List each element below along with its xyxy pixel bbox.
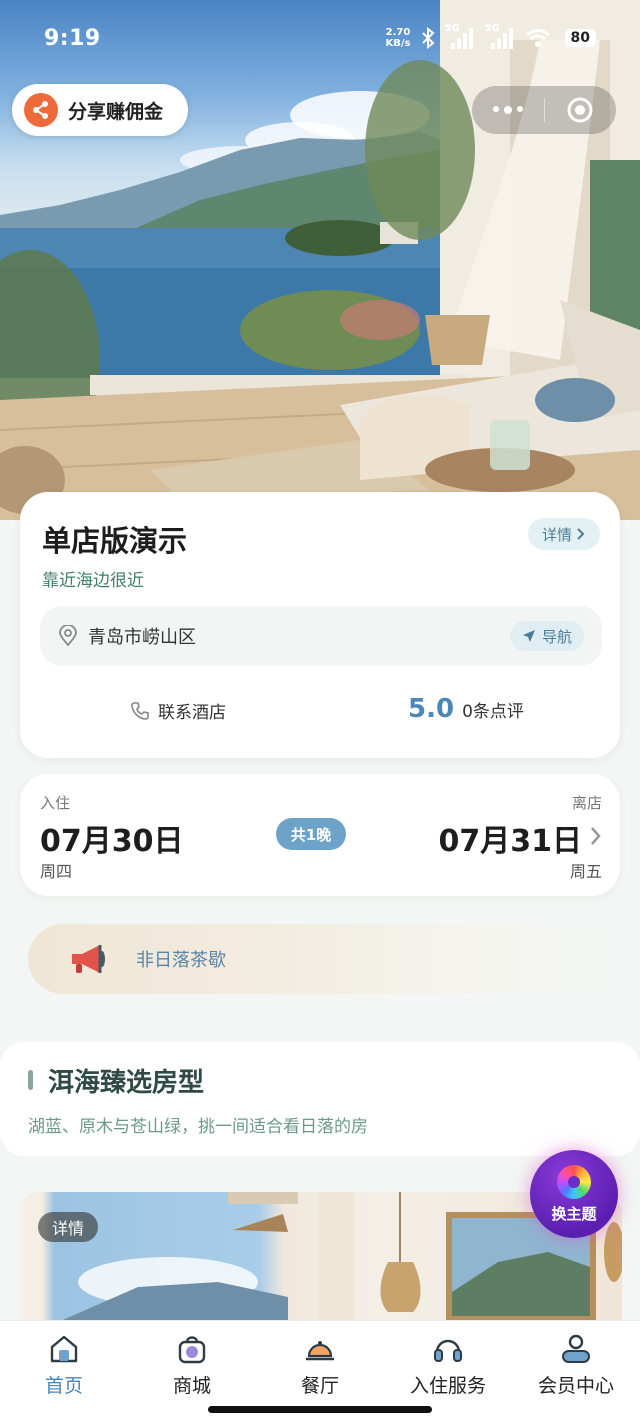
chevron-right-icon [591,827,601,845]
signal-1-label: 5G [444,23,460,34]
contact-hotel-button[interactable]: 联系酒店 [130,698,226,723]
hotel-detail-label: 详情 [541,525,572,544]
hotel-address: 青岛市崂山区 [88,627,196,648]
tab-home[interactable]: 首页 [0,1321,128,1424]
rating-score: 5.0 [408,694,455,724]
megaphone-icon [72,945,105,973]
tab-restaurant-label: 餐厅 [300,1375,339,1397]
announcement-bar[interactable]: 非日落茶歇 [28,924,618,994]
tab-member-center-label: 会员中心 [537,1375,614,1397]
network-speed-unit: KB/s [385,38,411,49]
checkin-weekday: 周四 [40,862,73,881]
hotel-tagline: 靠近海边很近 [42,571,144,591]
announcement-text: 非日落茶歇 [136,950,226,971]
home-icon [46,1331,82,1367]
checkout-weekday: 周五 [569,862,602,881]
more-dots-icon[interactable] [472,106,544,114]
bluetooth-icon [421,27,435,49]
change-theme-button[interactable]: 换主题 [530,1150,618,1238]
status-time: 9:19 [44,25,101,51]
close-circle-icon[interactable] [545,96,617,124]
headset-icon [430,1331,466,1367]
checkout-date: 07月31日 [438,824,583,859]
signal-1: 5G [445,23,475,49]
battery-level: 80 [564,29,596,47]
room-detail-tag[interactable]: 详情 [38,1212,99,1242]
hotel-info-card: 单店版演示 靠近海边很近 详情 青岛市崂山区 导航 联系酒店 5.0 0条点评 [20,492,620,758]
color-wheel-icon [557,1164,591,1199]
section-accent-bar [28,1070,33,1090]
hotel-name: 单店版演示 [42,524,188,558]
share-icon [24,93,58,127]
signal-2: 5G [485,23,515,49]
nights-badge: 共1晚 [276,818,346,850]
checkout-label: 离店 [571,794,602,812]
hero-scenery [0,0,640,520]
network-speed: 2.70 KB/s [386,27,411,49]
room-types-section: 洱海臻选房型 湖蓝、原木与苍山绿，挑一间适合看日落的房 [0,1042,640,1156]
network-speed-value: 2.70 [385,27,411,38]
share-earn-button[interactable]: 分享赚佣金 [12,84,188,136]
section-subtitle: 湖蓝、原木与苍山绿，挑一间适合看日落的房 [28,1117,368,1137]
checkin-label: 入住 [40,794,71,812]
signal-2-label: 5G [484,23,500,34]
wifi-icon [525,29,550,47]
hero-banner-image: 9:19 2.70 KB/s 5G 5G 80 分享赚佣金 [0,0,640,520]
hotel-rating[interactable]: 5.0 0条点评 [408,694,524,724]
phone-icon [131,701,149,720]
navigation-arrow-icon [522,630,535,642]
address-row[interactable]: 青岛市崂山区 导航 [40,606,602,666]
share-label: 分享赚佣金 [68,100,164,123]
navigate-label: 导航 [541,627,572,646]
member-user-icon [558,1331,594,1367]
hotel-detail-button[interactable]: 详情 [527,518,600,550]
navigate-button[interactable]: 导航 [509,621,584,651]
status-bar: 9:19 2.70 KB/s 5G 5G 80 [0,0,640,76]
tab-mall-label: 商城 [172,1375,211,1397]
contact-hotel-label: 联系酒店 [158,703,226,723]
home-indicator [208,1406,432,1413]
miniprogram-capsule [472,86,616,134]
review-count: 0条点评 [462,702,524,722]
stay-dates-card[interactable]: 入住 07月30日 周四 共1晚 离店 07月31日 周五 [20,774,620,896]
tab-member-center[interactable]: 会员中心 [512,1321,640,1424]
location-pin-icon [59,625,77,647]
dining-cloche-icon [302,1331,338,1367]
status-icons: 2.70 KB/s 5G 5G 80 [386,23,596,49]
checkin-date: 07月30日 [40,824,184,859]
tab-checkin-service-label: 入住服务 [409,1375,486,1397]
change-theme-label: 换主题 [551,1204,597,1223]
chevron-right-icon [577,528,585,540]
section-title: 洱海臻选房型 [48,1068,205,1098]
tab-home-label: 首页 [44,1375,83,1397]
shopping-bag-icon [174,1331,210,1367]
